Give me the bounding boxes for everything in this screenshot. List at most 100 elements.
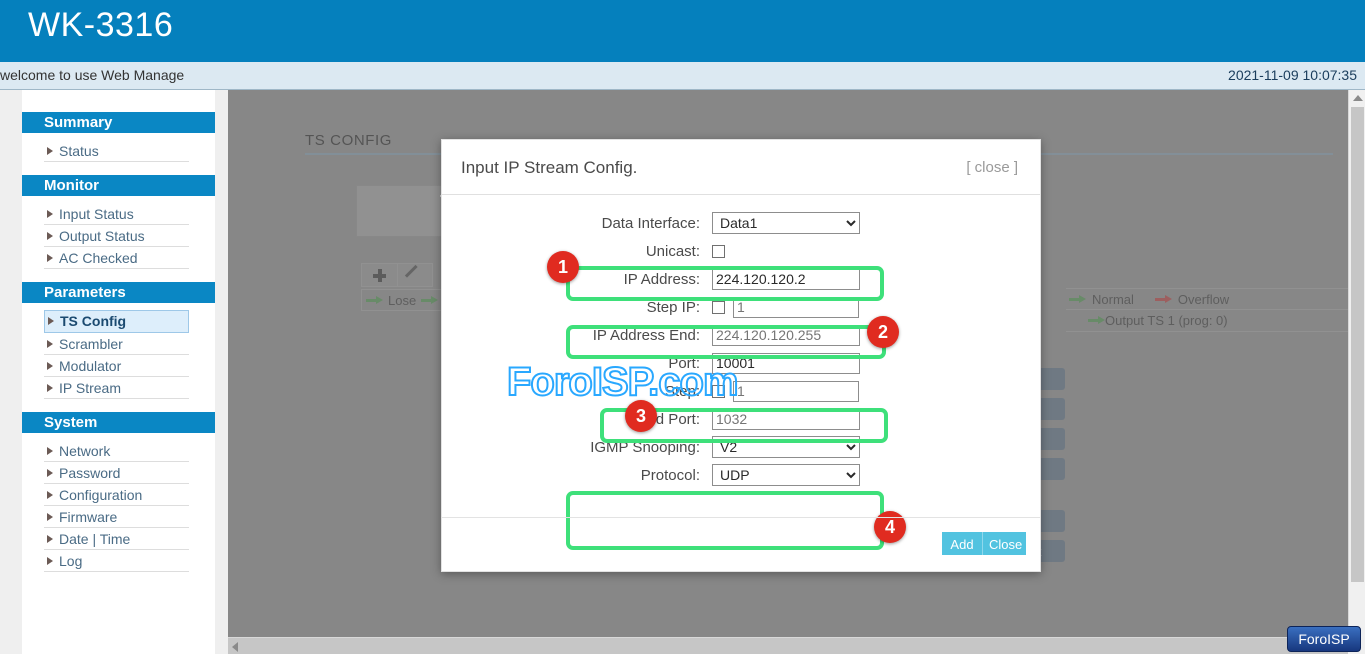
output-ts-label: Output TS 1 (prog: 0) (1105, 313, 1228, 328)
row-ip-address: IP Address: (442, 265, 1040, 293)
plus-icon (373, 269, 386, 282)
sidebar-item-ip-stream[interactable]: IP Stream (44, 377, 189, 399)
step-ip-input[interactable] (733, 297, 859, 318)
vscroll-thumb[interactable] (1351, 107, 1364, 582)
scroll-left-arrow-icon[interactable] (232, 642, 238, 652)
sidebar-item-status[interactable]: Status (44, 140, 189, 162)
arrow-right-icon (421, 296, 438, 305)
igmp-snooping-label: IGMP Snooping: (442, 439, 712, 456)
dialog-body: Data Interface: Data1 Unicast: IP Addres… (442, 195, 1040, 517)
close-link[interactable]: [ close ] (966, 159, 1018, 176)
row-step-ip: Step IP: (442, 293, 1040, 321)
brand-header: WK-3316 (0, 0, 1365, 62)
unicast-checkbox[interactable] (712, 245, 725, 258)
triangle-right-icon (47, 384, 53, 392)
sidebar-item-password[interactable]: Password (44, 462, 189, 484)
hscroll-track[interactable] (245, 638, 1348, 654)
sidebar-item-label: Modulator (59, 358, 121, 374)
triangle-right-icon (47, 513, 53, 521)
end-port-control (712, 409, 1012, 430)
edit-stream-button[interactable] (397, 263, 433, 287)
scroll-up-arrow-icon[interactable] (1353, 95, 1363, 101)
ip-address-input[interactable] (712, 269, 860, 290)
end-port-input[interactable] (712, 409, 860, 430)
sidebar-item-firmware[interactable]: Firmware (44, 506, 189, 528)
sidebar-item-configuration[interactable]: Configuration (44, 484, 189, 506)
dialog-footer: Add Close (442, 517, 1040, 571)
arrow-right-green-icon (1088, 316, 1105, 325)
page-title: TS CONFIG (305, 132, 392, 149)
row-step: Step: (442, 377, 1040, 405)
content-toolbar (361, 263, 433, 287)
triangle-right-icon (47, 491, 53, 499)
sidebar-item-modulator[interactable]: Modulator (44, 355, 189, 377)
annotation-badge-1: 1 (547, 251, 579, 283)
application-window: WK-3316 welcome to use Web Manage 2021-1… (0, 0, 1365, 654)
sidebar-item-label: Network (59, 443, 110, 459)
add-stream-button[interactable] (361, 263, 397, 287)
tree-branch-icon (1074, 312, 1084, 321)
sidebar-item-scrambler[interactable]: Scrambler (44, 333, 189, 355)
sidebar-item-log[interactable]: Log (44, 550, 189, 572)
protocol-label: Protocol: (442, 467, 712, 484)
legend-normal-label: Normal (1092, 292, 1134, 307)
triangle-right-icon (47, 469, 53, 477)
sidebar-item-label: Configuration (59, 487, 142, 503)
sidebar-item-output-status[interactable]: Output Status (44, 225, 189, 247)
igmp-snooping-control: V2 (712, 436, 1012, 458)
data-interface-select[interactable]: Data1 (712, 212, 860, 234)
close-button[interactable]: Close (983, 532, 1026, 555)
row-unicast: Unicast: (442, 237, 1040, 265)
triangle-right-icon (47, 557, 53, 565)
ip-address-control (712, 269, 1012, 290)
sidebar-item-network[interactable]: Network (44, 440, 189, 462)
igmp-snooping-select[interactable]: V2 (712, 436, 860, 458)
annotation-badge-3: 3 (625, 400, 657, 432)
step-checkbox[interactable] (712, 385, 725, 398)
arrow-right-icon (366, 296, 383, 305)
sidebar-item-label: IP Stream (59, 380, 121, 396)
data-interface-control: Data1 (712, 212, 1012, 234)
arrow-right-red-icon (1155, 295, 1172, 304)
port-input[interactable] (712, 353, 860, 374)
triangle-right-icon (47, 447, 53, 455)
sidebar-item-label: AC Checked (59, 250, 138, 266)
legend-overflow-label: Overflow (1178, 292, 1229, 307)
device-model-title: WK-3316 (28, 6, 173, 45)
sidebar-navigation: Summary Status Monitor Input Status Outp… (22, 90, 215, 654)
status-strip: welcome to use Web Manage 2021-11-09 10:… (0, 62, 1365, 90)
sidebar-item-label: TS Config (60, 313, 126, 329)
legend-status-row: Normal Overflow (1066, 288, 1348, 310)
sidebar-item-label: Log (59, 553, 82, 569)
vertical-scrollbar[interactable] (1348, 90, 1365, 638)
nav-group-monitor: Monitor (22, 175, 215, 196)
sidebar-item-ts-config[interactable]: TS Config (44, 310, 189, 333)
annotation-badge-2: 2 (867, 316, 899, 348)
sidebar-item-input-status[interactable]: Input Status (44, 203, 189, 225)
row-port: Port: (442, 349, 1040, 377)
sidebar-item-date-time[interactable]: Date | Time (44, 528, 189, 550)
output-ts-row[interactable]: Output TS 1 (prog: 0) (1066, 310, 1348, 332)
sidebar-item-label: Status (59, 143, 99, 159)
protocol-select[interactable]: UDP (712, 464, 860, 486)
step-ip-checkbox[interactable] (712, 301, 725, 314)
sidebar-item-label: Scrambler (59, 336, 123, 352)
sidebar-item-label: Output Status (59, 228, 145, 244)
horizontal-scrollbar[interactable] (228, 637, 1348, 654)
step-control (712, 381, 1012, 402)
ip-stream-form: Data Interface: Data1 Unicast: IP Addres… (442, 195, 1040, 489)
ip-address-end-input[interactable] (712, 325, 860, 346)
welcome-message: welcome to use Web Manage (0, 67, 215, 83)
unicast-label: Unicast: (442, 243, 712, 260)
step-label: Step: (442, 383, 712, 400)
ip-address-end-control (712, 325, 1012, 346)
taskbar-button[interactable]: ForoISP (1287, 626, 1361, 652)
arrow-right-green-icon (1069, 295, 1086, 304)
sidebar-item-ac-checked[interactable]: AC Checked (44, 247, 189, 269)
triangle-right-icon (47, 232, 53, 240)
triangle-right-icon (48, 317, 54, 325)
data-interface-label: Data Interface: (442, 215, 712, 232)
row-igmp-snooping: IGMP Snooping: V2 (442, 433, 1040, 461)
step-input[interactable] (733, 381, 859, 402)
add-button[interactable]: Add (942, 532, 983, 555)
